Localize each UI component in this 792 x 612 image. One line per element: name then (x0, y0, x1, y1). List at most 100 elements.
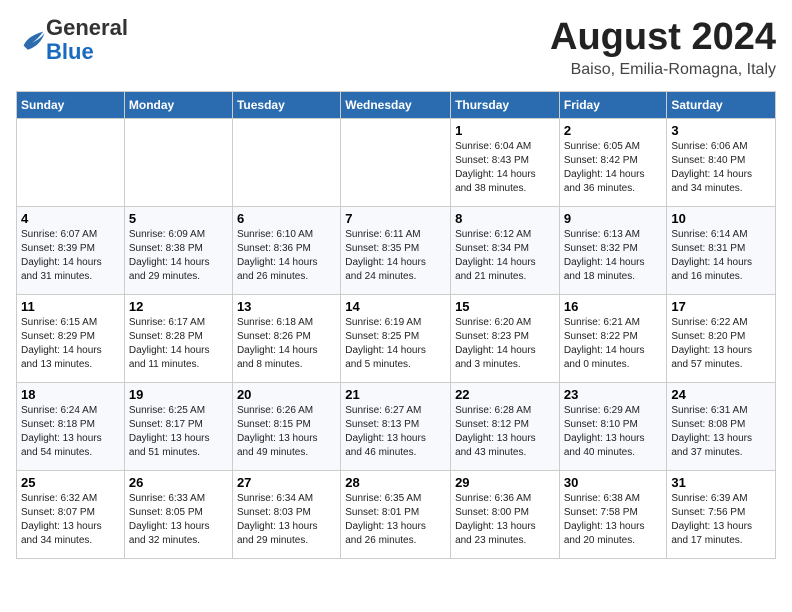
weekday-header-sunday: Sunday (17, 92, 125, 119)
calendar-cell: 20Sunrise: 6:26 AMSunset: 8:15 PMDayligh… (232, 383, 340, 471)
day-info: Sunrise: 6:09 AMSunset: 8:38 PMDaylight:… (129, 228, 228, 284)
calendar-cell: 3 Sunrise: 6:06 AMSunset: 8:40 PMDaylight… (667, 119, 776, 207)
day-number: 31 (671, 475, 771, 490)
day-info: Sunrise: 6:32 AMSunset: 8:07 PMDaylight:… (21, 492, 120, 548)
weekday-header-friday: Friday (559, 92, 667, 119)
day-info: Sunrise: 6:12 AMSunset: 8:34 PMDaylight:… (455, 228, 555, 284)
weekday-header-tuesday: Tuesday (232, 92, 340, 119)
calendar-cell: 1 Sunrise: 6:04 AMSunset: 8:43 PMDaylight… (451, 119, 560, 207)
day-number: 15 (455, 299, 555, 314)
day-number: 2 (564, 123, 663, 138)
day-number: 10 (671, 211, 771, 226)
calendar-cell: 28 Sunrise: 6:35 AMSunset: 8:01 PMDayligh… (341, 471, 451, 559)
day-info: Sunrise: 6:31 AMSunset: 8:08 PMDaylight:… (671, 404, 771, 460)
calendar-cell: 15 Sunrise: 6:20 AMSunset: 8:23 PMDayligh… (451, 295, 560, 383)
calendar-cell: 13 Sunrise: 6:18 AMSunset: 8:26 PMDayligh… (232, 295, 340, 383)
calendar-cell: 24 Sunrise: 6:31 AMSunset: 8:08 PMDayligh… (667, 383, 776, 471)
calendar-week-row: 25 Sunrise: 6:32 AMSunset: 8:07 PMDayligh… (17, 471, 776, 559)
calendar-week-row: 1 Sunrise: 6:04 AMSunset: 8:43 PMDaylight… (17, 119, 776, 207)
day-number: 8 (455, 211, 555, 226)
calendar-cell: 12Sunrise: 6:17 AMSunset: 8:28 PMDayligh… (124, 295, 232, 383)
day-number: 18 (21, 387, 120, 402)
day-number: 13 (237, 299, 336, 314)
logo-bird-icon (18, 26, 46, 54)
day-info: Sunrise: 6:21 AMSunset: 8:22 PMDaylight:… (564, 316, 663, 372)
day-number: 5 (129, 211, 228, 226)
calendar-cell: 17 Sunrise: 6:22 AMSunset: 8:20 PMDayligh… (667, 295, 776, 383)
day-info: Sunrise: 6:22 AMSunset: 8:20 PMDaylight:… (671, 316, 771, 372)
day-number: 17 (671, 299, 771, 314)
calendar-cell: 2 Sunrise: 6:05 AMSunset: 8:42 PMDaylight… (559, 119, 667, 207)
day-number: 20 (237, 387, 336, 402)
weekday-header-thursday: Thursday (451, 92, 560, 119)
calendar-cell: 11Sunrise: 6:15 AMSunset: 8:29 PMDayligh… (17, 295, 125, 383)
calendar-cell: 6 Sunrise: 6:10 AMSunset: 8:36 PMDaylight… (232, 207, 340, 295)
calendar-cell (232, 119, 340, 207)
day-info: Sunrise: 6:04 AMSunset: 8:43 PMDaylight:… (455, 140, 555, 196)
day-number: 6 (237, 211, 336, 226)
day-number: 25 (21, 475, 120, 490)
calendar-cell: 14 Sunrise: 6:19 AMSunset: 8:25 PMDayligh… (341, 295, 451, 383)
day-number: 12 (129, 299, 228, 314)
day-info: Sunrise: 6:18 AMSunset: 8:26 PMDaylight:… (237, 316, 336, 372)
day-info: Sunrise: 6:10 AMSunset: 8:36 PMDaylight:… (237, 228, 336, 284)
calendar-cell: 30Sunrise: 6:38 AMSunset: 7:58 PMDayligh… (559, 471, 667, 559)
calendar-cell (17, 119, 125, 207)
logo-text: General Blue (46, 16, 128, 64)
day-number: 3 (671, 123, 771, 138)
calendar-cell: 5 Sunrise: 6:09 AMSunset: 8:38 PMDaylight… (124, 207, 232, 295)
day-info: Sunrise: 6:38 AMSunset: 7:58 PMDaylight:… (564, 492, 663, 548)
day-info: Sunrise: 6:36 AMSunset: 8:00 PMDaylight:… (455, 492, 555, 548)
day-info: Sunrise: 6:24 AMSunset: 8:18 PMDaylight:… (21, 404, 120, 460)
calendar-cell: 21Sunrise: 6:27 AMSunset: 8:13 PMDayligh… (341, 383, 451, 471)
calendar-cell (124, 119, 232, 207)
day-number: 24 (671, 387, 771, 402)
weekday-header-wednesday: Wednesday (341, 92, 451, 119)
day-number: 7 (345, 211, 446, 226)
calendar-week-row: 11Sunrise: 6:15 AMSunset: 8:29 PMDayligh… (17, 295, 776, 383)
day-number: 23 (564, 387, 663, 402)
weekday-header-monday: Monday (124, 92, 232, 119)
day-info: Sunrise: 6:28 AMSunset: 8:12 PMDaylight:… (455, 404, 555, 460)
day-info: Sunrise: 6:13 AMSunset: 8:32 PMDaylight:… (564, 228, 663, 284)
day-info: Sunrise: 6:29 AMSunset: 8:10 PMDaylight:… (564, 404, 663, 460)
day-info: Sunrise: 6:35 AMSunset: 8:01 PMDaylight:… (345, 492, 446, 548)
day-number: 14 (345, 299, 446, 314)
calendar-cell: 16 Sunrise: 6:21 AMSunset: 8:22 PMDayligh… (559, 295, 667, 383)
calendar-cell: 31 Sunrise: 6:39 AMSunset: 7:56 PMDayligh… (667, 471, 776, 559)
day-info: Sunrise: 6:06 AMSunset: 8:40 PMDaylight:… (671, 140, 771, 196)
day-info: Sunrise: 6:39 AMSunset: 7:56 PMDaylight:… (671, 492, 771, 548)
weekday-header-saturday: Saturday (667, 92, 776, 119)
day-number: 28 (345, 475, 446, 490)
day-info: Sunrise: 6:20 AMSunset: 8:23 PMDaylight:… (455, 316, 555, 372)
calendar-cell: 9Sunrise: 6:13 AMSunset: 8:32 PMDaylight… (559, 207, 667, 295)
calendar-cell: 4 Sunrise: 6:07 AMSunset: 8:39 PMDaylight… (17, 207, 125, 295)
month-title: August 2024 (550, 16, 776, 59)
calendar-cell: 10Sunrise: 6:14 AMSunset: 8:31 PMDayligh… (667, 207, 776, 295)
day-info: Sunrise: 6:05 AMSunset: 8:42 PMDaylight:… (564, 140, 663, 196)
day-number: 27 (237, 475, 336, 490)
day-number: 11 (21, 299, 120, 314)
day-number: 16 (564, 299, 663, 314)
day-info: Sunrise: 6:07 AMSunset: 8:39 PMDaylight:… (21, 228, 120, 284)
calendar-week-row: 18 Sunrise: 6:24 AMSunset: 8:18 PMDayligh… (17, 383, 776, 471)
day-number: 19 (129, 387, 228, 402)
day-number: 26 (129, 475, 228, 490)
location: Baiso, Emilia-Romagna, Italy (550, 61, 776, 79)
calendar-cell: 26 Sunrise: 6:33 AMSunset: 8:05 PMDayligh… (124, 471, 232, 559)
day-number: 1 (455, 123, 555, 138)
calendar-cell: 18 Sunrise: 6:24 AMSunset: 8:18 PMDayligh… (17, 383, 125, 471)
calendar-week-row: 4 Sunrise: 6:07 AMSunset: 8:39 PMDaylight… (17, 207, 776, 295)
title-block: August 2024 Baiso, Emilia-Romagna, Italy (550, 16, 776, 79)
day-info: Sunrise: 6:34 AMSunset: 8:03 PMDaylight:… (237, 492, 336, 548)
day-info: Sunrise: 6:33 AMSunset: 8:05 PMDaylight:… (129, 492, 228, 548)
calendar-cell: 7Sunrise: 6:11 AMSunset: 8:35 PMDaylight… (341, 207, 451, 295)
calendar-cell: 27 Sunrise: 6:34 AMSunset: 8:03 PMDayligh… (232, 471, 340, 559)
calendar-table: SundayMondayTuesdayWednesdayThursdayFrid… (16, 91, 776, 559)
logo: General Blue (16, 16, 128, 64)
day-number: 4 (21, 211, 120, 226)
day-info: Sunrise: 6:19 AMSunset: 8:25 PMDaylight:… (345, 316, 446, 372)
day-info: Sunrise: 6:27 AMSunset: 8:13 PMDaylight:… (345, 404, 446, 460)
calendar-cell: 29Sunrise: 6:36 AMSunset: 8:00 PMDayligh… (451, 471, 560, 559)
day-number: 22 (455, 387, 555, 402)
